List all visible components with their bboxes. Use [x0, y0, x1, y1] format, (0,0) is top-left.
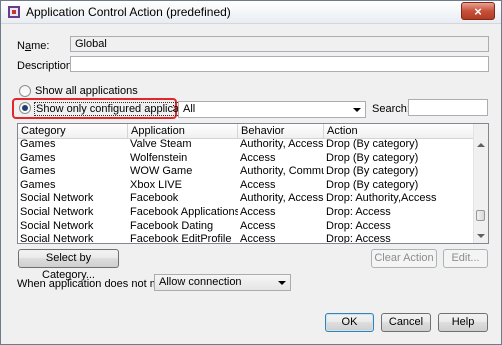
table-row[interactable]: Games Valve Steam Authority, Access Drop… [18, 138, 474, 152]
cell-action: Drop: Access [326, 219, 391, 232]
category-filter-value: All [183, 103, 196, 115]
cell-behavior: Access [240, 206, 276, 218]
clear-action-button[interactable]: Clear Action [371, 249, 437, 268]
name-field[interactable]: Global [70, 36, 489, 52]
cell-action: Drop (By category) [326, 138, 419, 150]
cell-category: Social Network [20, 192, 94, 205]
cell-category: Games [20, 151, 56, 164]
no-match-dropdown[interactable]: Allow connection [154, 274, 291, 291]
cell-behavior: Access [240, 219, 276, 232]
table-row[interactable]: Social Network Facebook Applications Acc… [18, 206, 474, 220]
column-header-behavior[interactable]: Behavior [238, 124, 324, 138]
cell-category: Social Network [20, 219, 94, 232]
name-label: Name: [17, 40, 50, 52]
chevron-down-icon [353, 108, 361, 112]
table-row[interactable]: Social Network Facebook EditProfile Acce… [18, 233, 474, 244]
no-match-value: Allow connection [159, 276, 242, 288]
cancel-button[interactable]: Cancel [381, 313, 431, 332]
cell-application: Facebook EditProfile [130, 233, 232, 244]
scroll-up-arrow-icon[interactable] [477, 143, 485, 147]
cell-category: Social Network [20, 206, 94, 218]
cell-application: Facebook Applications [130, 206, 238, 218]
cell-action: Drop: Access [326, 233, 391, 244]
cell-behavior: Access [240, 178, 276, 191]
close-button[interactable]: × [461, 2, 495, 20]
scroll-down-arrow-icon[interactable] [477, 234, 485, 238]
cell-application: Wolfenstein [130, 151, 188, 164]
table-row[interactable]: Games Xbox LIVE Access Drop (By category… [18, 179, 474, 193]
search-label: Search: [372, 103, 410, 115]
show-all-radio[interactable] [19, 85, 31, 97]
title-bar[interactable]: Application Control Action (predefined) … [1, 1, 501, 24]
cell-behavior: Access [240, 151, 276, 164]
description-field[interactable] [70, 56, 489, 72]
cell-action: Drop (By category) [326, 165, 419, 178]
cell-action: Drop: Access [326, 206, 391, 218]
category-filter-dropdown[interactable]: All [178, 101, 366, 118]
window-title: Application Control Action (predefined) [26, 5, 231, 19]
help-button[interactable]: Help [438, 313, 488, 332]
ok-button[interactable]: OK [325, 313, 374, 332]
cell-application: Facebook Dating [130, 219, 214, 232]
cell-behavior: Authority, Access [240, 192, 324, 205]
cell-application: WOW Game [130, 165, 193, 178]
table-row[interactable]: Games WOW Game Authority, Communi... Dro… [18, 165, 474, 179]
cell-behavior: Access [240, 233, 276, 244]
cell-category: Games [20, 165, 56, 178]
table-row[interactable]: Social Network Facebook Authority, Acces… [18, 192, 474, 206]
table-header: Category Application Behavior Action [18, 124, 474, 139]
description-label: Description: [17, 60, 76, 72]
app-shield-icon [8, 6, 20, 18]
search-input[interactable] [408, 99, 488, 116]
cell-action: Drop (By category) [326, 151, 419, 164]
cell-application: Xbox LIVE [130, 178, 182, 191]
applications-table[interactable]: Category Application Behavior Action Gam… [17, 123, 489, 244]
column-header-application[interactable]: Application [128, 124, 238, 138]
cell-application: Facebook [130, 192, 179, 205]
application-control-action-dialog: Application Control Action (predefined) … [0, 0, 502, 345]
cell-application: Valve Steam [130, 138, 192, 150]
show-all-label[interactable]: Show all applications [35, 85, 138, 97]
column-header-action[interactable]: Action [324, 124, 474, 138]
cell-behavior: Authority, Access [240, 138, 324, 150]
cell-action: Drop (By category) [326, 178, 419, 191]
scroll-thumb[interactable] [476, 210, 485, 221]
table-row[interactable]: Games Wolfenstein Access Drop (By catego… [18, 152, 474, 166]
table-scrollbar[interactable] [473, 124, 488, 243]
chevron-down-icon [278, 281, 286, 285]
cell-behavior: Authority, Communi... [240, 165, 324, 178]
cell-action: Drop: Authority,Access [326, 192, 437, 205]
column-header-category[interactable]: Category [18, 124, 128, 138]
cell-category: Social Network [20, 233, 94, 244]
filter-colon: : [172, 102, 176, 114]
select-by-category-button[interactable]: Select by Category... [18, 249, 119, 281]
edit-button[interactable]: Edit... [443, 249, 488, 268]
table-row[interactable]: Social Network Facebook Dating Access Dr… [18, 220, 474, 234]
show-configured-radio[interactable] [19, 102, 31, 114]
cell-category: Games [20, 138, 56, 150]
cell-category: Games [20, 178, 56, 191]
